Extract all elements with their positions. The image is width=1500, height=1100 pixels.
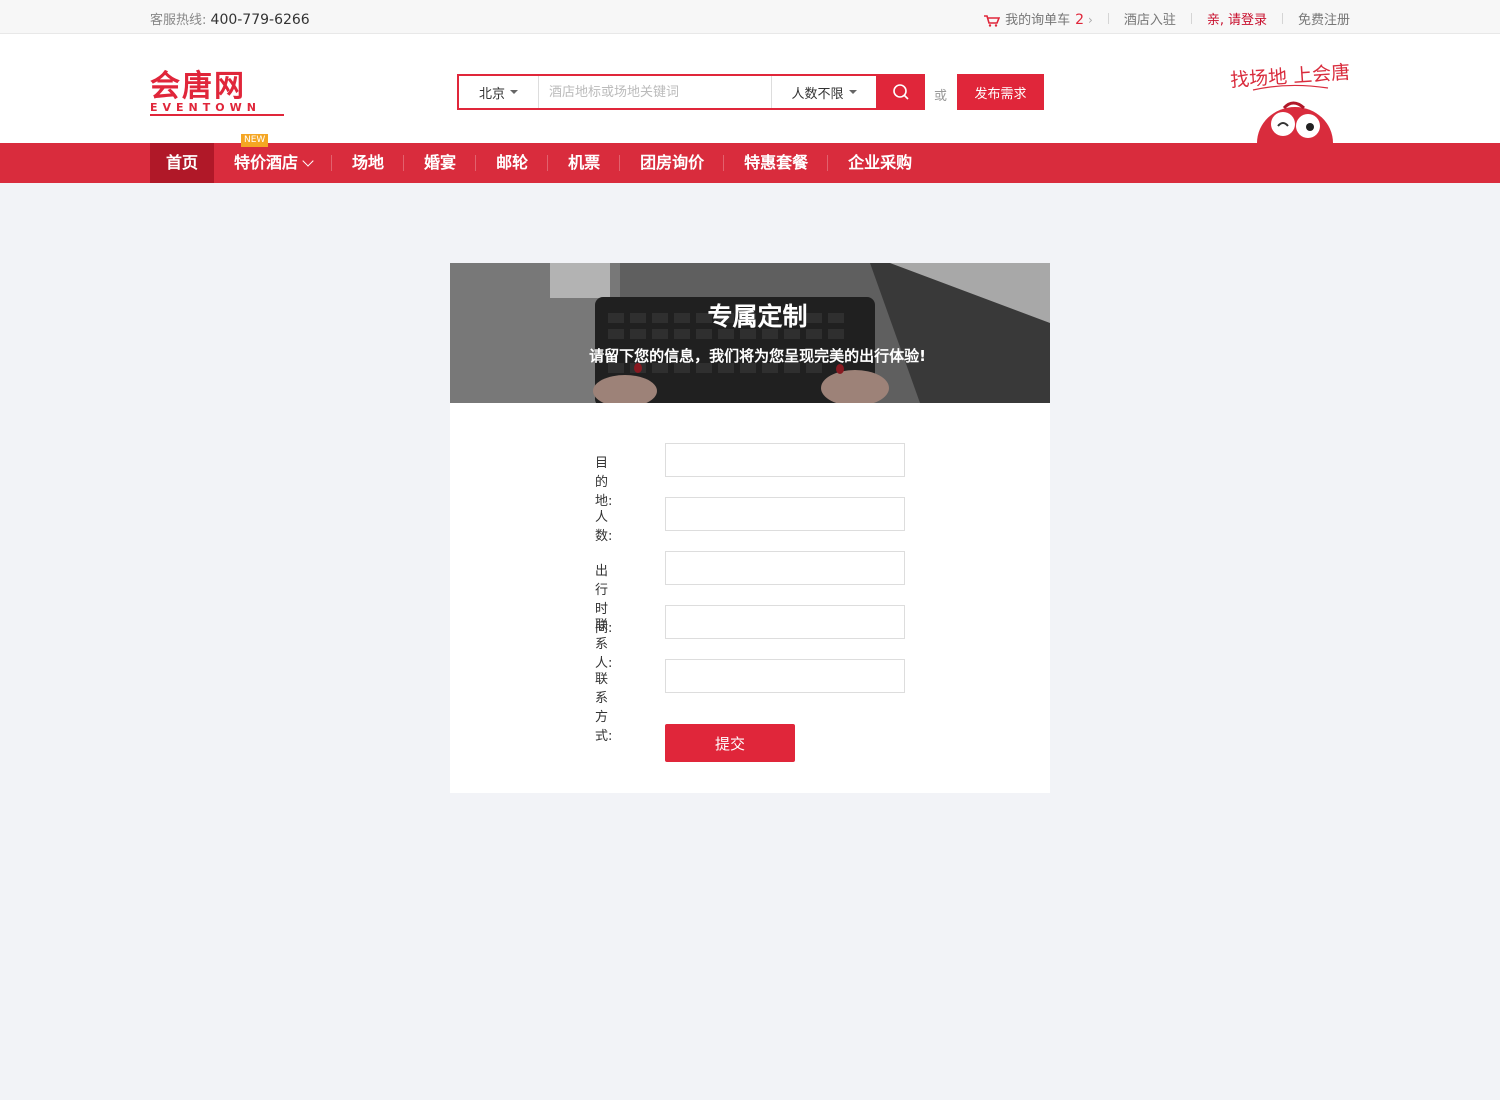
nav-item-special-hotels[interactable]: NEW 特价酒店: [214, 134, 333, 183]
mascot-icon: [1257, 107, 1333, 143]
top-links: 我的询单车 2 › 酒店入驻 亲, 请登录 免费注册: [984, 9, 1350, 28]
contact-info-input[interactable]: [665, 659, 905, 693]
register-link[interactable]: 免费注册: [1298, 9, 1350, 28]
people-value: 人数不限: [791, 86, 844, 102]
search-icon: [892, 84, 909, 100]
top-bar: 客服热线: 400-779-6266 我的询单车 2 › 酒店入驻 亲, 请登录 免…: [0, 0, 1500, 34]
new-badge: NEW: [241, 134, 269, 147]
nav-item-corporate[interactable]: 企业采购: [828, 143, 932, 183]
people-label: 人数:: [595, 510, 613, 544]
main-nav: 首页 NEW 特价酒店 场地 婚宴 邮轮 机票 团房询价 特惠套餐 企业采购: [0, 134, 1500, 183]
search-button[interactable]: [876, 74, 925, 110]
nav-item-cruises[interactable]: 邮轮: [476, 143, 549, 183]
slogan-text: 找场地 上会唐: [1230, 61, 1351, 91]
search-bar: 北京 人数不限: [457, 74, 925, 110]
caret-down-icon: [510, 90, 518, 94]
divider: [1281, 13, 1283, 24]
nav-item-home[interactable]: 首页: [150, 143, 215, 183]
nav-item-weddings[interactable]: 婚宴: [404, 143, 477, 183]
logo-en: EVENTOWN: [150, 102, 284, 116]
nav-label: 机票: [568, 153, 601, 172]
logo-cn: 会唐网: [150, 69, 246, 104]
nav-label: 团房询价: [640, 153, 705, 172]
nav-label: 首页: [166, 153, 199, 172]
banner-subtitle: 请留下您的信息，我们将为您呈现完美的出行体验!: [589, 347, 926, 365]
custom-request-card: 专属定制 请留下您的信息，我们将为您呈现完美的出行体验! 目的地: 人数: 出行…: [450, 263, 1050, 793]
nav-label: 邮轮: [496, 153, 529, 172]
header: 会唐网 EVENTOWN 北京 人数不限 或 发布需求 找场地 上会唐: [0, 34, 1500, 143]
people-input[interactable]: [665, 497, 905, 531]
city-select[interactable]: 北京: [459, 76, 539, 108]
chevron-right-icon: ›: [1088, 13, 1093, 27]
cart-link[interactable]: 我的询单车 2 ›: [984, 9, 1093, 28]
nav-label: 企业采购: [848, 153, 913, 172]
nav-label: 特价酒店: [234, 153, 299, 172]
people-select[interactable]: 人数不限: [771, 76, 876, 108]
city-value: 北京: [478, 86, 505, 102]
keyboard-banner-image: [450, 263, 1050, 403]
banner: 专属定制 请留下您的信息，我们将为您呈现完美的出行体验!: [450, 263, 1050, 403]
mascot-slogan: 找场地 上会唐: [1230, 61, 1351, 143]
logo[interactable]: 会唐网 EVENTOWN: [150, 72, 286, 116]
contact-name-input[interactable]: [665, 605, 905, 639]
hotel-join-link[interactable]: 酒店入驻: [1124, 9, 1176, 28]
hotline-label: 客服热线:: [150, 13, 207, 28]
chevron-down-icon: [302, 155, 314, 167]
divider: [1190, 13, 1192, 24]
login-link[interactable]: 请登录: [1228, 9, 1267, 28]
cart-icon: [984, 14, 1001, 27]
nav-label: 婚宴: [424, 153, 457, 172]
cart-count: 2: [1075, 12, 1084, 28]
hotline: 客服热线: 400-779-6266: [150, 9, 310, 28]
login-greeting: 亲,: [1206, 13, 1224, 28]
destination-input[interactable]: [665, 443, 905, 477]
divider: [1107, 13, 1109, 24]
nav-item-flights[interactable]: 机票: [548, 143, 621, 183]
or-text: 或: [934, 89, 948, 104]
nav-item-packages[interactable]: 特惠套餐: [724, 143, 829, 183]
nav-label: 场地: [352, 153, 385, 172]
contact-name-label: 联系人:: [595, 618, 613, 671]
travel-time-input[interactable]: [665, 551, 905, 585]
search-input[interactable]: [539, 76, 771, 108]
hotline-number: 400-779-6266: [210, 12, 310, 28]
contact-info-label: 联系方式:: [595, 672, 613, 744]
submit-button[interactable]: 提交: [665, 724, 795, 762]
publish-demand-button[interactable]: 发布需求: [957, 74, 1044, 110]
nav-item-group-rooms[interactable]: 团房询价: [620, 143, 725, 183]
destination-label: 目的地:: [595, 456, 613, 509]
nav-item-venues[interactable]: 场地: [332, 143, 405, 183]
nav-label: 特惠套餐: [744, 153, 809, 172]
banner-title: 专属定制: [707, 302, 808, 331]
cart-label: 我的询单车: [1005, 13, 1071, 28]
caret-down-icon: [848, 90, 857, 94]
